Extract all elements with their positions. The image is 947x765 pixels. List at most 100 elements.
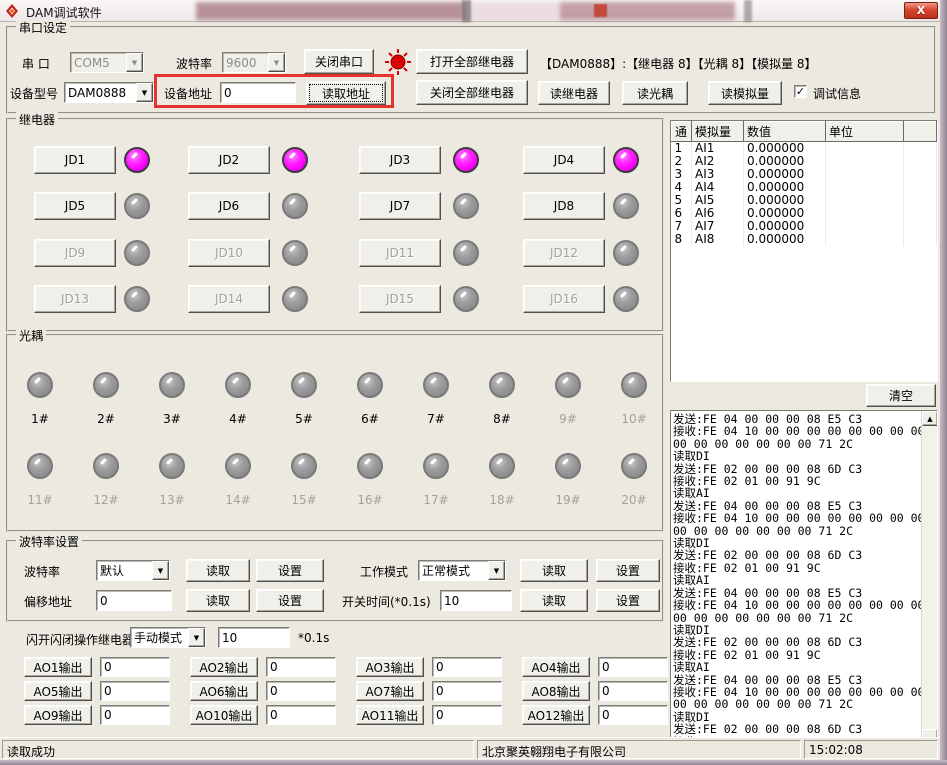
analog-column-header[interactable]: 数值 (744, 122, 826, 142)
work-mode-read-button[interactable]: 读取 (520, 559, 588, 582)
baud-read-button[interactable]: 读取 (186, 559, 250, 582)
open-all-relays-button[interactable]: 打开全部继电器 (416, 49, 528, 74)
analog-table-cell (904, 220, 937, 233)
output-button-4[interactable]: AO4输出 (522, 657, 590, 677)
relay-led-JD7 (453, 193, 479, 219)
opto-led-2# (93, 372, 119, 398)
app-window: DAM调试软件 X 串口设定 串 口 COM5 ▼ 波特率 9600 ▼ 关闭串… (0, 0, 947, 765)
output-value-input-7[interactable] (432, 681, 502, 701)
relay-led-JD3 (453, 147, 479, 173)
scroll-up-icon[interactable]: ▲ (922, 411, 938, 426)
relay-button-JD3[interactable]: JD3 (359, 146, 441, 174)
flash-time-input[interactable] (218, 627, 290, 648)
switch-time-label: 开关时间(*0.1s) (342, 593, 431, 610)
analog-table-cell: AI3 (692, 168, 744, 181)
output-button-5[interactable]: AO5输出 (24, 681, 92, 701)
output-value-input-8[interactable] (598, 681, 668, 701)
clear-log-button[interactable]: 清空 (866, 384, 936, 407)
output-value-input-11[interactable] (432, 705, 502, 725)
output-value-input-2[interactable] (266, 657, 336, 677)
output-value-input-12[interactable] (598, 705, 668, 725)
analog-table-row[interactable]: 5AI50.000000 (672, 194, 937, 207)
output-button-10[interactable]: AO10输出 (190, 705, 258, 725)
debug-log-panel[interactable]: 发送:FE 04 00 00 00 08 E5 C3 接收:FE 04 10 0… (670, 410, 938, 755)
read-analog-button[interactable]: 读模拟量 (708, 81, 782, 105)
read-relay-button[interactable]: 读继电器 (538, 81, 610, 105)
output-value-input-6[interactable] (266, 681, 336, 701)
model-label: 设备型号 (10, 85, 58, 102)
output-button-7[interactable]: AO7输出 (356, 681, 424, 701)
analog-table-row[interactable]: 7AI70.000000 (672, 220, 937, 233)
output-value-input-9[interactable] (100, 705, 170, 725)
work-mode-set-button[interactable]: 设置 (596, 559, 660, 582)
relay-button-JD2[interactable]: JD2 (188, 146, 270, 174)
switch-time-input[interactable] (440, 590, 512, 611)
analog-table-cell: AI1 (692, 142, 744, 156)
analog-table-row[interactable]: 8AI80.000000 (672, 233, 937, 246)
background-window-artifact (470, 2, 560, 20)
analog-table-row[interactable]: 1AI10.000000 (672, 142, 937, 156)
output-button-11[interactable]: AO11输出 (356, 705, 424, 725)
baud-set-button[interactable]: 设置 (256, 559, 324, 582)
debug-info-checkbox[interactable]: ✓ (794, 85, 807, 98)
relay-button-JD1[interactable]: JD1 (34, 146, 116, 174)
close-all-relays-button[interactable]: 关闭全部继电器 (416, 80, 528, 105)
offset-address-input[interactable] (96, 590, 172, 611)
analog-column-header[interactable] (904, 122, 937, 142)
device-address-input[interactable] (220, 82, 296, 103)
analog-table-cell: 1 (672, 142, 692, 156)
output-value-input-5[interactable] (100, 681, 170, 701)
relay-led-JD16 (613, 286, 639, 312)
output-value-input-10[interactable] (266, 705, 336, 725)
analog-table-cell (826, 142, 904, 156)
analog-column-header[interactable]: 通 (672, 122, 692, 142)
output-button-8[interactable]: AO8输出 (522, 681, 590, 701)
output-button-1[interactable]: AO1输出 (24, 657, 92, 677)
read-opto-button[interactable]: 读光耦 (622, 81, 688, 105)
output-value-input-4[interactable] (598, 657, 668, 677)
work-mode-label: 工作模式 (360, 563, 408, 580)
flash-mode-select[interactable]: 手动模式 ▼ (130, 627, 206, 648)
relay-button-JD4[interactable]: JD4 (523, 146, 605, 174)
relay-button-JD6[interactable]: JD6 (188, 192, 270, 220)
device-address-label: 设备地址 (164, 85, 212, 102)
analog-table-cell (904, 142, 937, 156)
offset-read-button[interactable]: 读取 (186, 589, 250, 612)
offset-set-button[interactable]: 设置 (256, 589, 324, 612)
output-button-6[interactable]: AO6输出 (190, 681, 258, 701)
chevron-down-icon: ▼ (136, 83, 153, 102)
analog-table-row[interactable]: 2AI20.000000 (672, 155, 937, 168)
analog-table-cell: 0.000000 (744, 168, 826, 181)
analog-table-row[interactable]: 3AI30.000000 (672, 168, 937, 181)
output-button-3[interactable]: AO3输出 (356, 657, 424, 677)
output-value-input-3[interactable] (432, 657, 502, 677)
output-button-2[interactable]: AO2输出 (190, 657, 258, 677)
relay-button-JD5[interactable]: JD5 (34, 192, 116, 220)
read-address-button[interactable]: 读取地址 (306, 81, 386, 105)
work-mode-select[interactable]: 正常模式 ▼ (418, 560, 506, 581)
output-value-input-1[interactable] (100, 657, 170, 677)
model-select[interactable]: DAM0888 ▼ (64, 82, 154, 103)
output-button-9[interactable]: AO9输出 (24, 705, 92, 725)
analog-table-cell (904, 233, 937, 246)
relay-button-JD8[interactable]: JD8 (523, 192, 605, 220)
log-scrollbar[interactable]: ▲ (921, 411, 937, 754)
analog-outputs: AO1输出 AO2输出 AO3输出 AO4输出 AO5输出 AO6输出 AO7输出 AO8输出… (0, 655, 664, 731)
work-mode-value: 正常模式 (419, 561, 488, 580)
model-value: DAM0888 (65, 85, 136, 101)
analog-table-row[interactable]: 6AI60.000000 (672, 207, 937, 220)
analog-table-cell: AI2 (692, 155, 744, 168)
background-window-artifact (462, 0, 471, 22)
baud-settings-group: 波特率设置 波特率 默认 ▼ 读取 设置 工作模式 正常模式 ▼ 读取 设置 偏… (6, 540, 664, 622)
opto-label-2#: 2# (86, 412, 126, 426)
output-button-12[interactable]: AO12输出 (522, 705, 590, 725)
close-port-button[interactable]: 关闭串口 (304, 49, 374, 74)
analog-table-row[interactable]: 4AI40.000000 (672, 181, 937, 194)
switch-time-read-button[interactable]: 读取 (520, 589, 588, 612)
baud-select[interactable]: 默认 ▼ (96, 560, 170, 581)
analog-column-header[interactable]: 单位 (826, 122, 904, 142)
close-button[interactable]: X (904, 2, 938, 19)
switch-time-set-button[interactable]: 设置 (596, 589, 660, 612)
analog-column-header[interactable]: 模拟量 (692, 122, 744, 142)
relay-button-JD7[interactable]: JD7 (359, 192, 441, 220)
